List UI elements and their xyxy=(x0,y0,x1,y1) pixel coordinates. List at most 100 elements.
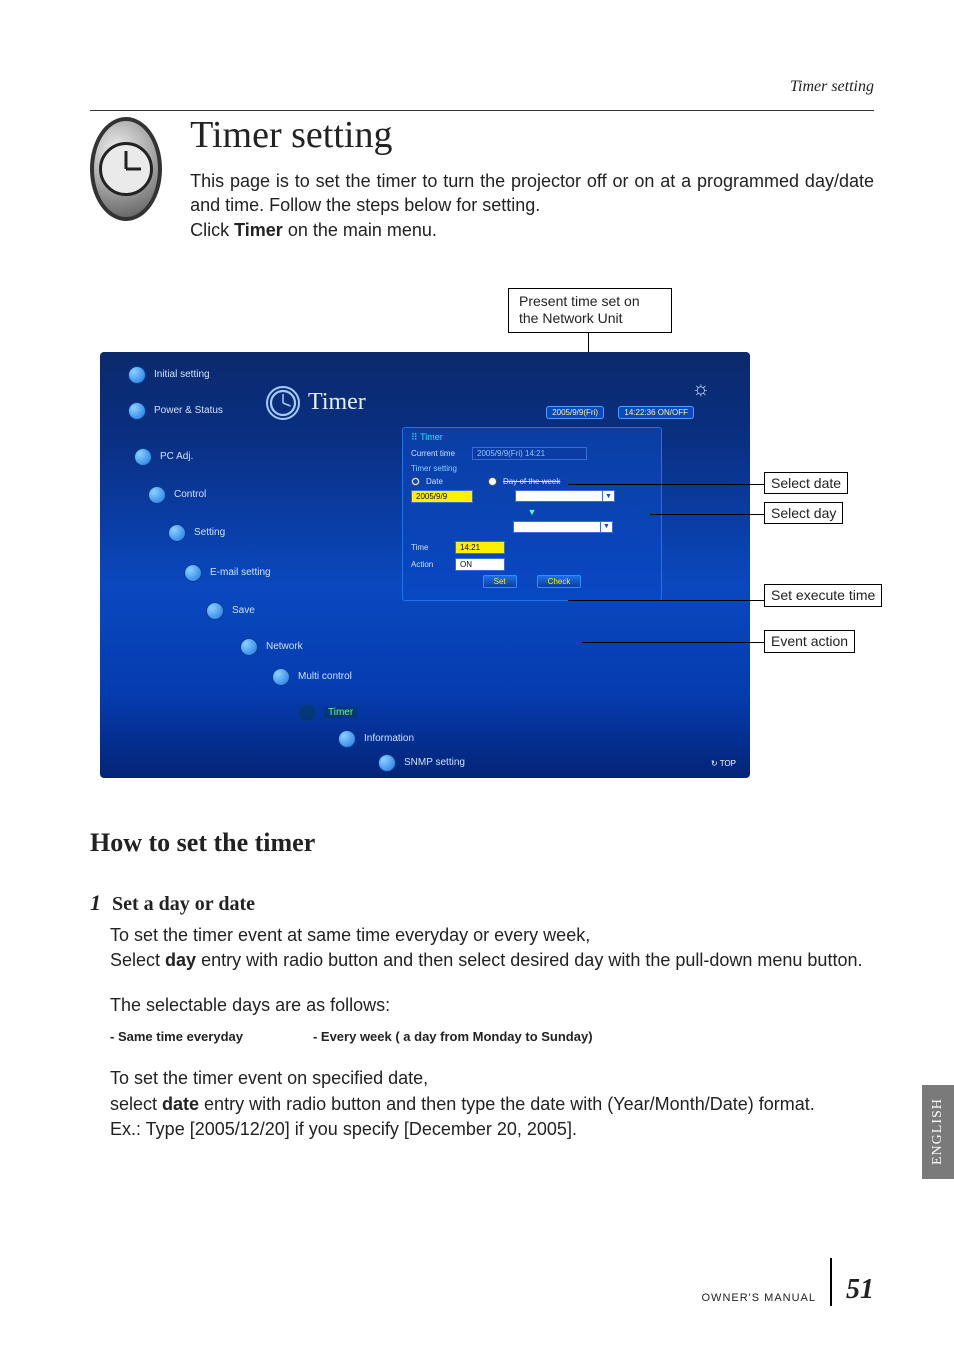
slider-icon xyxy=(148,486,166,504)
nav-label: Control xyxy=(174,489,206,500)
top-link[interactable]: ↻ TOP xyxy=(711,759,736,768)
nav-information[interactable]: Information xyxy=(338,730,414,748)
nav-setting[interactable]: Setting xyxy=(168,524,225,542)
nav-control[interactable]: Control xyxy=(148,486,206,504)
nav-timer[interactable]: Timer xyxy=(298,704,357,722)
gear-icon xyxy=(128,366,146,384)
footer-divider xyxy=(830,1258,832,1306)
time-input[interactable]: 14:21 xyxy=(455,541,505,554)
app-window: Initial setting Power & Status PC Adj. C… xyxy=(100,352,750,778)
timer-title-icon xyxy=(266,386,300,420)
nav-label: Save xyxy=(232,605,255,616)
step-number: 1 xyxy=(90,890,101,915)
app-title-text: Timer xyxy=(308,389,366,416)
header-breadcrumb: Timer setting xyxy=(90,78,874,96)
panel-heading: ⠿ Timer xyxy=(411,432,653,443)
footer-label: OWNER'S MANUAL xyxy=(702,1292,817,1304)
step-1: 1 Set a day or date To set the timer eve… xyxy=(90,888,874,1142)
secondary-dropdown[interactable]: ▼ xyxy=(513,521,613,533)
screenshot-figure: Present time set on the Network Unit Ini… xyxy=(90,288,874,788)
status-time-pill: 14:22:36 ON/OFF xyxy=(618,406,694,419)
chevron-down-icon: ▼ xyxy=(600,522,612,532)
day-dropdown[interactable]: ▼ xyxy=(515,490,615,502)
section-heading: How to set the timer xyxy=(90,828,874,858)
intro-paragraph-2: Click Timer on the main menu. xyxy=(190,218,874,242)
check-button[interactable]: Check xyxy=(537,575,582,588)
nav-label: PC Adj. xyxy=(160,451,193,462)
callout-set-time: Set execute time xyxy=(764,584,882,607)
callout-event-action: Event action xyxy=(764,630,855,653)
nav-snmp[interactable]: SNMP setting xyxy=(378,754,465,772)
page-footer: OWNER'S MANUAL 51 xyxy=(702,1258,875,1306)
nav-label: Setting xyxy=(194,527,225,538)
selectable-days-list: - Same time everyday - Every week ( a da… xyxy=(110,1028,874,1046)
current-time-value: 2005/9/9(Fri) 14:21 xyxy=(472,447,587,460)
time-label: Time xyxy=(411,543,449,552)
nav-label: Initial setting xyxy=(154,369,210,380)
action-select[interactable]: ON xyxy=(455,558,505,571)
callout-select-day: Select day xyxy=(764,502,843,524)
snmp-icon xyxy=(378,754,396,772)
leader-set-time xyxy=(568,600,764,601)
date-radio[interactable] xyxy=(411,477,420,486)
nav-label: SNMP setting xyxy=(404,757,465,768)
globe-icon xyxy=(240,638,258,656)
leader-select-date xyxy=(568,484,764,485)
timer-panel: ⠿ Timer Current time 2005/9/9(Fri) 14:21… xyxy=(402,427,662,601)
mail-icon xyxy=(184,564,202,582)
day-radio[interactable] xyxy=(488,477,497,486)
page-number: 51 xyxy=(846,1274,874,1306)
nav-multi-control[interactable]: Multi control xyxy=(272,668,352,686)
list-item: - Every week ( a day from Monday to Sund… xyxy=(313,1028,593,1046)
nav-label: Information xyxy=(364,733,414,744)
nav-label: Timer xyxy=(324,707,357,718)
step-line: The selectable days are as follows: xyxy=(110,993,874,1018)
grid-icon xyxy=(272,668,290,686)
day-radio-label: Day of the week xyxy=(503,477,560,486)
callout-present-time: Present time set on the Network Unit xyxy=(508,288,672,333)
step-line: To set the timer event on specified date… xyxy=(110,1066,874,1091)
status-date-pill: 2005/9/9(Fri) xyxy=(546,406,604,419)
callout-select-date: Select date xyxy=(764,472,848,494)
step-line: select date entry with radio button and … xyxy=(110,1092,874,1117)
nav-save[interactable]: Save xyxy=(206,602,255,620)
nav-power-status[interactable]: Power & Status xyxy=(128,402,223,420)
clock-face-icon xyxy=(96,139,156,199)
intro-paragraph-1: This page is to set the timer to turn th… xyxy=(190,169,874,218)
nav-label: Multi control xyxy=(298,671,352,682)
app-title: Timer xyxy=(266,386,366,420)
list-item: - Same time everyday xyxy=(110,1028,243,1046)
sun-icon: ☼ xyxy=(692,378,710,401)
step-line: Ex.: Type [2005/12/20] if you specify [D… xyxy=(110,1117,874,1142)
timer-setting-label: Timer setting xyxy=(411,464,466,473)
leader-select-day xyxy=(650,514,764,515)
nav-initial-setting[interactable]: Initial setting xyxy=(128,366,210,384)
clock-icon xyxy=(90,117,162,221)
action-label: Action xyxy=(411,560,449,569)
date-radio-label: Date xyxy=(426,477,454,486)
nav-email[interactable]: E-mail setting xyxy=(184,564,271,582)
step-title: Set a day or date xyxy=(112,893,255,915)
set-button[interactable]: Set xyxy=(483,575,517,588)
leader-event-action xyxy=(582,642,764,643)
down-arrow-icon: ▼ xyxy=(411,507,653,517)
nav-network[interactable]: Network xyxy=(240,638,303,656)
disk-icon xyxy=(206,602,224,620)
nav-label: Power & Status xyxy=(154,405,223,416)
monitor-icon xyxy=(134,448,152,466)
nav-pc-adj[interactable]: PC Adj. xyxy=(134,448,193,466)
nav-label: Network xyxy=(266,641,303,652)
language-tab: ENGLISH xyxy=(922,1085,954,1179)
step-line: Select day entry with radio button and t… xyxy=(110,948,874,973)
power-icon xyxy=(128,402,146,420)
step-line: To set the timer event at same time ever… xyxy=(110,923,874,948)
wrench-icon xyxy=(168,524,186,542)
current-time-label: Current time xyxy=(411,449,466,458)
date-input[interactable]: 2005/9/9 xyxy=(411,490,473,503)
header-rule xyxy=(90,110,874,111)
page-title: Timer setting xyxy=(190,113,874,157)
chevron-down-icon: ▼ xyxy=(602,491,614,501)
clock-small-icon xyxy=(298,704,316,722)
info-icon xyxy=(338,730,356,748)
nav-label: E-mail setting xyxy=(210,567,271,578)
